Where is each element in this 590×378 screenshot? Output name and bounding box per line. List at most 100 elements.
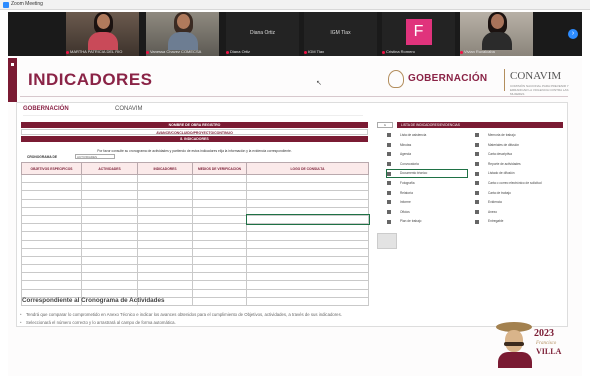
table-cell xyxy=(137,214,193,225)
option-label: Evidencia xyxy=(488,200,502,205)
table-row xyxy=(21,190,369,200)
table-cell xyxy=(137,280,193,290)
col-header: MEDIOS DE VERIFICACION xyxy=(192,162,247,175)
cronograma-label: CRONOGRAMA DE xyxy=(27,155,58,159)
participant-avatar: F xyxy=(405,19,432,45)
participant-tile[interactable]: Diana Ortiz Diana Ortiz xyxy=(226,12,299,56)
table-row xyxy=(21,182,369,192)
option-label: Entregable xyxy=(488,219,504,224)
table-cell xyxy=(192,206,247,216)
table-row xyxy=(21,255,369,266)
table-cell xyxy=(21,264,82,274)
indicator-option: Carta de trabajo xyxy=(475,190,555,197)
table-cell xyxy=(192,231,247,241)
option-label: Documento técnico xyxy=(400,171,428,176)
table-cell xyxy=(81,206,138,216)
table-row xyxy=(21,206,369,216)
participant-name: IGM Tlax xyxy=(308,49,325,54)
indicator-option: Documento técnico xyxy=(386,169,468,179)
indicator-option: Materiales de difusión xyxy=(475,142,555,149)
option-label: Fotografía xyxy=(400,181,415,185)
conavim-logo: CONAVIM xyxy=(510,70,562,82)
option-marker-icon xyxy=(475,161,479,166)
indicator-option: Memoria de trabajo xyxy=(475,132,555,139)
mic-muted-icon xyxy=(304,51,307,54)
participant-name-center: IGM Tlax xyxy=(330,30,351,36)
table-cell xyxy=(192,280,247,290)
table-cell xyxy=(21,247,82,257)
option-label: Materiales de difusión xyxy=(488,142,520,147)
participant-video xyxy=(86,12,120,50)
table-cell xyxy=(137,231,193,241)
table-row xyxy=(21,264,369,274)
table-cell xyxy=(137,223,193,233)
participant-name: Vivian Ruvalcaba xyxy=(464,49,495,54)
villa-line2: VILLA xyxy=(536,347,562,356)
mouse-cursor-icon: ↖ xyxy=(316,80,322,87)
mic-muted-icon xyxy=(382,51,385,54)
gobernacion-logo: GOBERNACIÓN xyxy=(408,73,488,84)
participant-tile[interactable]: MARTHA PATRICIA DEL RIO xyxy=(66,12,139,56)
title-divider xyxy=(20,96,568,97)
table-cell xyxy=(192,264,247,274)
table-cell xyxy=(192,288,247,298)
next-page-icon[interactable]: › xyxy=(568,29,578,39)
table-cell xyxy=(192,190,247,200)
table-cell xyxy=(192,272,247,282)
mic-muted-icon xyxy=(66,51,69,54)
conavim-subtitle: COMISIÓN NACIONAL PARA PREVENIR Y ERRADI… xyxy=(510,84,569,96)
option-marker-icon xyxy=(387,209,391,214)
option-marker-icon xyxy=(475,142,479,147)
option-label: Convocatoria xyxy=(400,161,419,166)
participant-name: Cristina Romero xyxy=(386,49,415,54)
table-cell xyxy=(246,231,369,241)
options-header: LISTA DE INDICADORES/EVIDENCIAS xyxy=(397,122,563,128)
participant-tile[interactable]: F Cristina Romero xyxy=(382,12,455,56)
indicator-option: Minutas xyxy=(387,142,467,149)
table-row xyxy=(21,223,369,233)
mini-conavim-logo: CONAVIM xyxy=(115,106,143,112)
option-label: Minutas xyxy=(400,142,412,147)
table-cell xyxy=(81,214,138,225)
gobernacion-emblem-icon xyxy=(388,70,404,88)
col-header: INDICADORES xyxy=(137,162,193,175)
indicator-option: Relatoría xyxy=(387,190,467,197)
indicator-options-panel: 1 LISTA DE INDICADORES/EVIDENCIAS Lista … xyxy=(375,122,563,322)
table-row xyxy=(21,272,369,282)
form-status-bar: AVANCE/CONCLUIDO/PROYECTO/CONTINUO xyxy=(21,129,368,135)
option-label: Carta descriptiva xyxy=(488,152,512,157)
section-title: Correspondiente al Cronograma de Activid… xyxy=(22,297,165,304)
participant-name: Diana Ortiz xyxy=(230,49,251,54)
form-section-bar: 8. INDICADORES xyxy=(21,136,368,142)
table-cell xyxy=(21,272,82,282)
table-cell xyxy=(81,264,138,274)
indicator-option: Informe xyxy=(387,199,467,206)
participant-tile[interactable]: Vivian Ruvalcaba xyxy=(460,12,533,56)
participant-name: Vanessa Chavez COMECSA xyxy=(150,49,202,54)
participant-tile[interactable]: IGM Tlax IGM Tlax xyxy=(304,12,377,56)
form-instructions: Por favor consulte su cronograma de acti… xyxy=(97,149,292,153)
table-cell xyxy=(81,173,138,184)
option-marker-icon xyxy=(387,190,391,195)
table-cell xyxy=(246,239,369,249)
indicator-option: Listado de difusión xyxy=(475,170,555,177)
form-header-bar: NOMBRE DE OBRA REGISTRO xyxy=(21,122,368,128)
mic-muted-icon xyxy=(226,51,229,54)
participant-tile[interactable]: Vanessa Chavez COMECSA xyxy=(146,12,219,56)
table-cell xyxy=(21,239,82,249)
indicator-option: Evidencia xyxy=(475,199,555,206)
option-label: Lista de asistencia xyxy=(400,133,427,137)
table-cell xyxy=(245,214,370,225)
indicator-option: Convocatoria xyxy=(387,161,467,168)
table-row xyxy=(21,198,369,208)
option-button xyxy=(377,233,397,249)
table-cell xyxy=(246,190,369,200)
table-row xyxy=(21,280,369,290)
cronograma-field: ACTIVIDADES xyxy=(75,154,115,159)
table-cell xyxy=(137,182,193,192)
table-cell xyxy=(192,239,247,249)
option-marker-icon xyxy=(387,200,391,205)
indicator-form: NOMBRE DE OBRA REGISTRO AVANCE/CONCLUIDO… xyxy=(21,122,370,322)
indicator-option: Carta o correo electrónico de solicitud xyxy=(475,180,555,187)
table-cell xyxy=(192,296,247,307)
